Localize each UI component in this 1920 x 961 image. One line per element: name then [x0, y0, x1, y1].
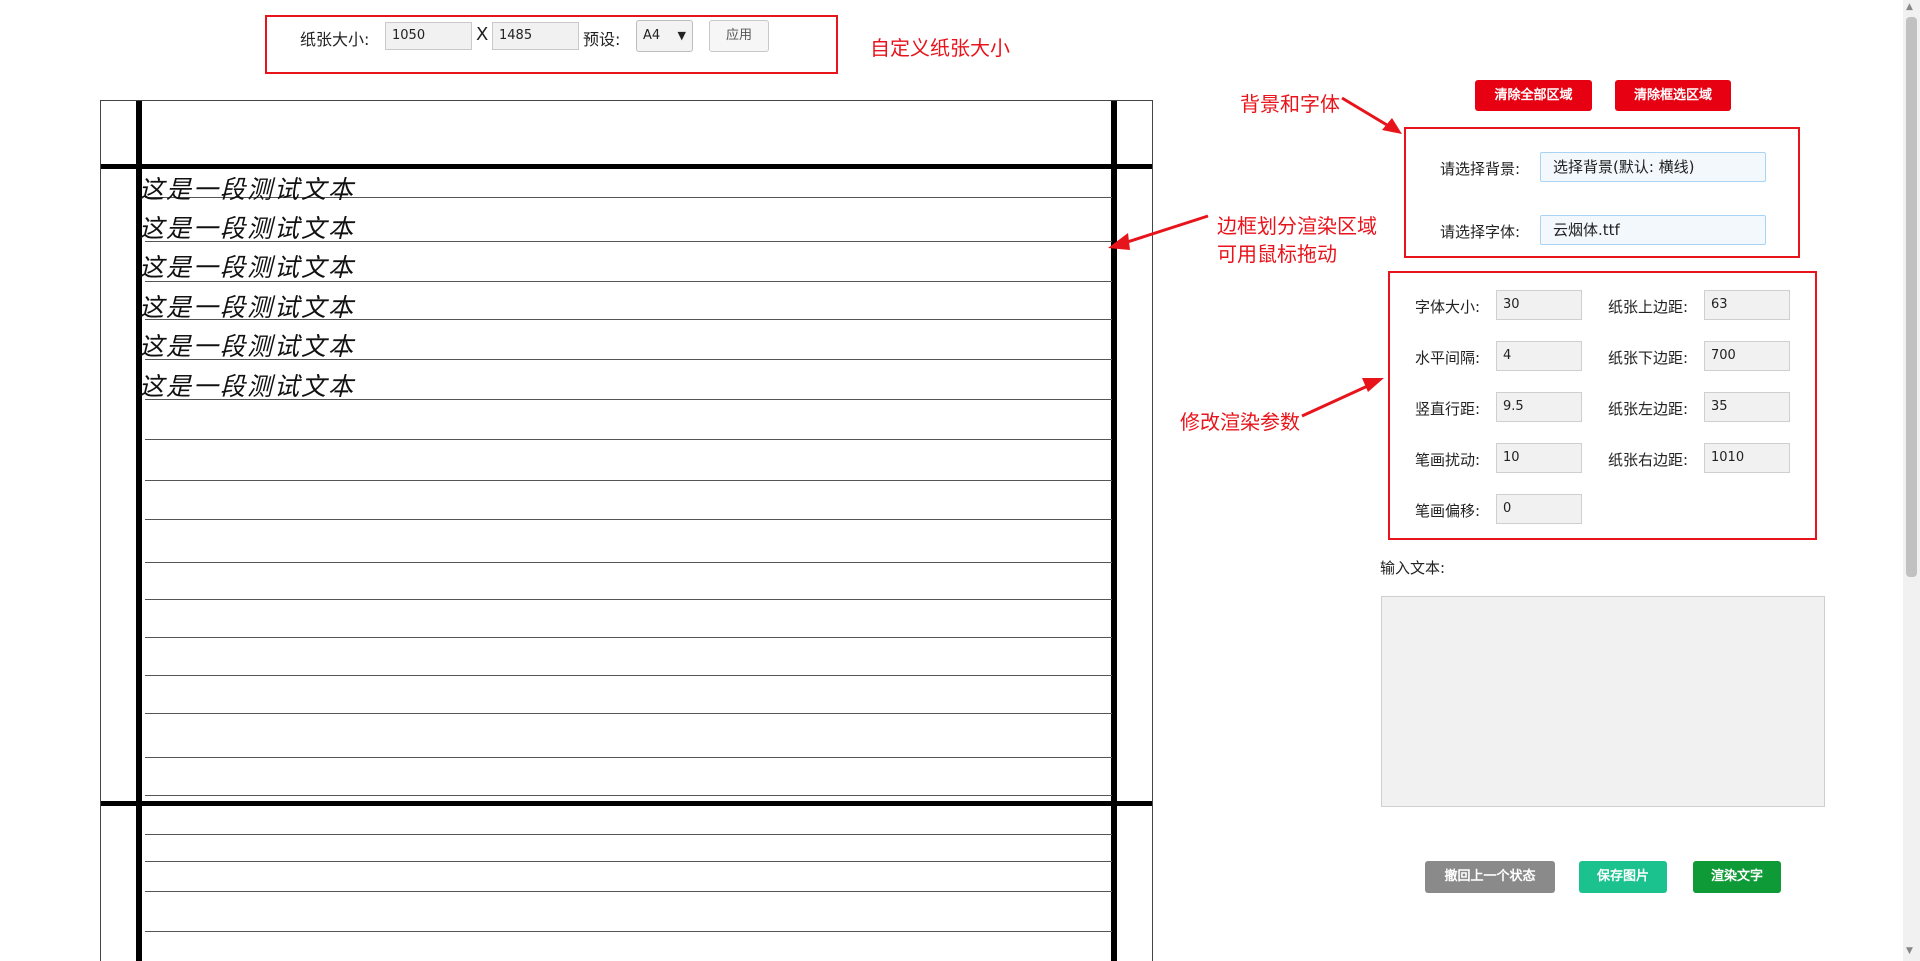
font-size-label: 字体大小:	[1415, 298, 1481, 316]
annotation-border-2: 可用鼠标拖动	[1217, 242, 1337, 266]
canvas-text-line: 这是一段测试文本	[139, 372, 356, 401]
canvas-text-line: 这是一段测试文本	[139, 293, 356, 322]
annotation-bg-font: 背景和字体	[1240, 92, 1340, 116]
ruled-line	[145, 480, 1112, 481]
preset-select[interactable]: A4 ▼	[636, 20, 693, 52]
ruled-line	[145, 713, 1112, 714]
scroll-down-icon[interactable]: ▼	[1906, 946, 1913, 956]
save-image-button[interactable]: 保存图片	[1579, 861, 1667, 893]
stroke-jitter-input[interactable]: 10	[1496, 443, 1582, 473]
line-spacing-label: 竖直行距:	[1415, 400, 1481, 418]
stroke-offset-input[interactable]: 0	[1496, 494, 1582, 524]
render-text-button[interactable]: 渲染文字	[1693, 861, 1781, 893]
left-margin-label: 纸张左边距:	[1608, 400, 1689, 418]
paper-width-input[interactable]: 1050	[385, 22, 472, 50]
top-margin-label: 纸张上边距:	[1608, 298, 1689, 316]
undo-button[interactable]: 撤回上一个状态	[1425, 861, 1555, 893]
annotation-arrow-icon	[1108, 214, 1209, 250]
top-margin-input[interactable]: 63	[1704, 290, 1790, 320]
ruled-line	[145, 757, 1112, 758]
bg-select-label: 请选择背景:	[1440, 160, 1521, 178]
ruled-line	[145, 861, 1112, 862]
top-border-handle[interactable]	[101, 164, 1152, 169]
ruled-line	[145, 519, 1112, 520]
canvas-text-line: 这是一段测试文本	[139, 214, 356, 243]
preset-select-value: A4	[643, 28, 661, 43]
annotation-arrow-icon	[1301, 378, 1384, 418]
left-margin-input[interactable]: 35	[1704, 392, 1790, 422]
bottom-margin-input[interactable]: 700	[1704, 341, 1790, 371]
render-canvas[interactable]: 这是一段测试文本 这是一段测试文本 这是一段测试文本 这是一段测试文本 这是一段…	[100, 100, 1153, 961]
ruled-line	[145, 891, 1112, 892]
ruled-line	[145, 931, 1112, 932]
ruled-line	[145, 675, 1112, 676]
line-spacing-input[interactable]: 9.5	[1496, 392, 1582, 422]
text-input-area[interactable]	[1381, 596, 1825, 807]
times-sign: X	[476, 24, 489, 45]
bottom-margin-label: 纸张下边距:	[1608, 349, 1689, 367]
stroke-jitter-label: 笔画扰动:	[1415, 451, 1481, 469]
ruled-line	[145, 795, 1112, 796]
bg-file-select[interactable]: 选择背景(默认: 横线)	[1540, 152, 1766, 182]
annotation-custom-size: 自定义纸张大小	[870, 36, 1010, 60]
canvas-text-line: 这是一段测试文本	[139, 253, 356, 282]
ruled-line	[145, 599, 1112, 600]
scroll-up-icon[interactable]: ▲	[1906, 2, 1913, 12]
bottom-border-handle[interactable]	[101, 801, 1152, 806]
h-spacing-label: 水平间隔:	[1415, 349, 1481, 367]
paper-size-label: 纸张大小:	[300, 30, 370, 49]
annotation-border-1: 边框划分渲染区域	[1217, 214, 1377, 238]
text-input-label: 输入文本:	[1380, 559, 1446, 577]
annotation-params: 修改渲染参数	[1180, 410, 1300, 434]
ruled-line	[145, 562, 1112, 563]
canvas-text-line: 这是一段测试文本	[139, 332, 356, 361]
chevron-down-icon: ▼	[677, 29, 686, 42]
paper-height-input[interactable]: 1485	[492, 22, 579, 50]
annotation-arrow-icon	[1341, 96, 1402, 134]
ruled-line	[145, 834, 1112, 835]
canvas-text-line: 这是一段测试文本	[139, 175, 356, 204]
stroke-offset-label: 笔画偏移:	[1415, 502, 1481, 520]
clear-all-button[interactable]: 清除全部区域	[1475, 80, 1592, 111]
font-file-select[interactable]: 云烟体.ttf	[1540, 215, 1766, 245]
apply-button[interactable]: 应用	[709, 20, 769, 52]
right-margin-label: 纸张右边距:	[1608, 451, 1689, 469]
font-select-label: 请选择字体:	[1440, 223, 1521, 241]
ruled-line	[145, 439, 1112, 440]
right-margin-input[interactable]: 1010	[1704, 443, 1790, 473]
scrollbar-thumb[interactable]	[1906, 17, 1917, 577]
clear-selected-button[interactable]: 清除框选区域	[1615, 80, 1731, 111]
h-spacing-input[interactable]: 4	[1496, 341, 1582, 371]
font-size-input[interactable]: 30	[1496, 290, 1582, 320]
ruled-line	[145, 637, 1112, 638]
preset-label: 预设:	[583, 30, 621, 49]
